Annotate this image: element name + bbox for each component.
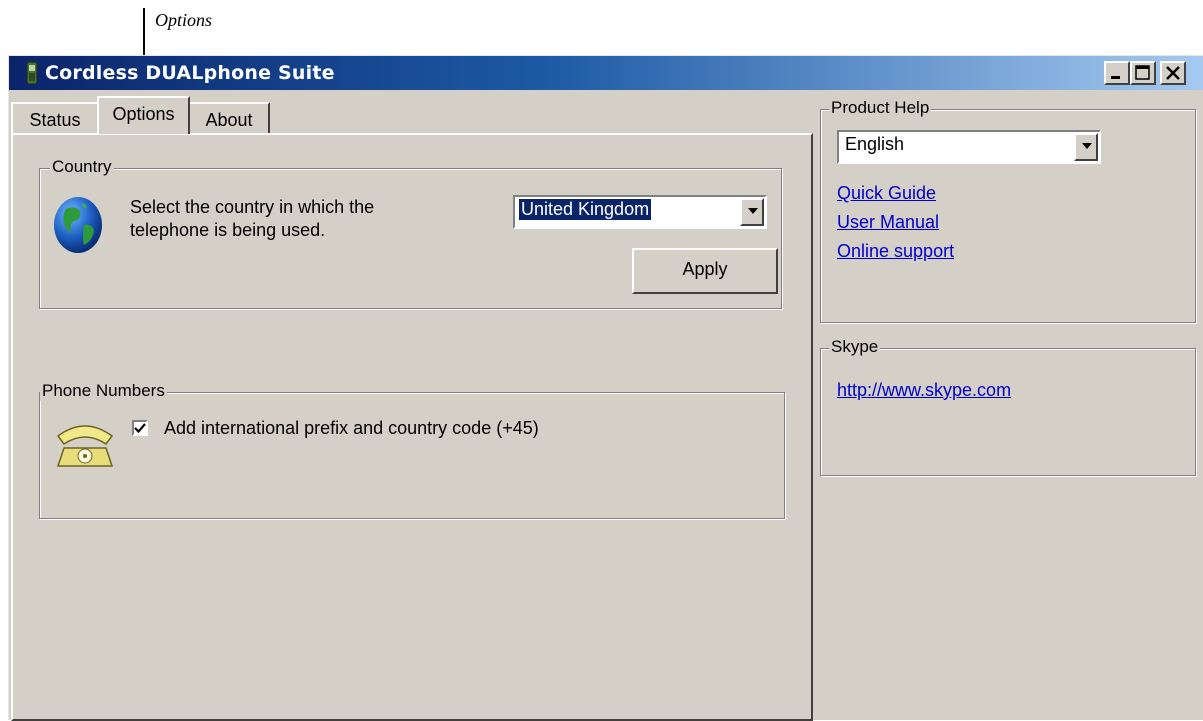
chevron-down-icon — [748, 208, 758, 214]
international-prefix-label[interactable]: Add international prefix and country cod… — [164, 417, 539, 439]
phone-app-icon — [26, 61, 38, 85]
apply-button-label: Apply — [682, 259, 728, 279]
product-help-group: Product Help English Quick Guide User Ma… — [820, 98, 1196, 323]
apply-button[interactable]: Apply — [632, 248, 778, 294]
language-select-value: English — [845, 134, 905, 154]
product-help-group-label: Product Help — [829, 98, 932, 118]
app-window: Cordless DUALphone Suite Status Options … — [8, 55, 1203, 721]
maximize-icon — [1135, 65, 1150, 80]
country-group: Country Select the country in which the … — [39, 157, 782, 309]
country-select-value: United Kingdom — [519, 199, 652, 220]
country-select[interactable]: United Kingdom — [513, 195, 767, 229]
skype-group: Skype http://www.skype.com — [820, 337, 1196, 476]
tab-options[interactable]: Options — [97, 96, 190, 134]
country-description-line1: Select the country in which the — [130, 197, 375, 217]
tab-status[interactable]: Status — [11, 102, 97, 134]
country-group-label: Country — [50, 157, 114, 177]
skype-website-link[interactable]: http://www.skype.com — [837, 380, 1011, 401]
window-title: Cordless DUALphone Suite — [45, 62, 335, 84]
quick-guide-link[interactable]: Quick Guide — [837, 183, 936, 204]
checkmark-icon — [134, 423, 146, 434]
title-bar[interactable]: Cordless DUALphone Suite — [9, 56, 1203, 90]
globe-icon — [54, 197, 102, 253]
chevron-down-icon — [1082, 143, 1092, 149]
country-description-line2: telephone is being used. — [130, 220, 326, 240]
options-panel: Country Select the country in which the … — [11, 133, 813, 721]
maximize-button[interactable] — [1130, 61, 1156, 85]
international-prefix-checkbox[interactable] — [132, 420, 148, 436]
telephone-icon — [56, 425, 114, 467]
minimize-icon — [1111, 76, 1120, 79]
tab-about[interactable]: About — [190, 102, 270, 134]
language-select[interactable]: English — [837, 130, 1101, 164]
user-manual-link[interactable]: User Manual — [837, 212, 939, 233]
callout-label: Options — [155, 10, 213, 30]
close-button[interactable] — [1160, 61, 1186, 85]
close-icon — [1166, 66, 1180, 80]
online-support-link[interactable]: Online support — [837, 241, 954, 262]
phone-numbers-group: Phone Numbers Add international prefix a… — [39, 381, 785, 519]
phone-numbers-group-label: Phone Numbers — [40, 381, 167, 401]
country-dropdown-button[interactable] — [740, 198, 764, 226]
skype-group-label: Skype — [829, 337, 881, 357]
language-dropdown-button[interactable] — [1074, 133, 1098, 161]
minimize-button[interactable] — [1104, 61, 1130, 85]
